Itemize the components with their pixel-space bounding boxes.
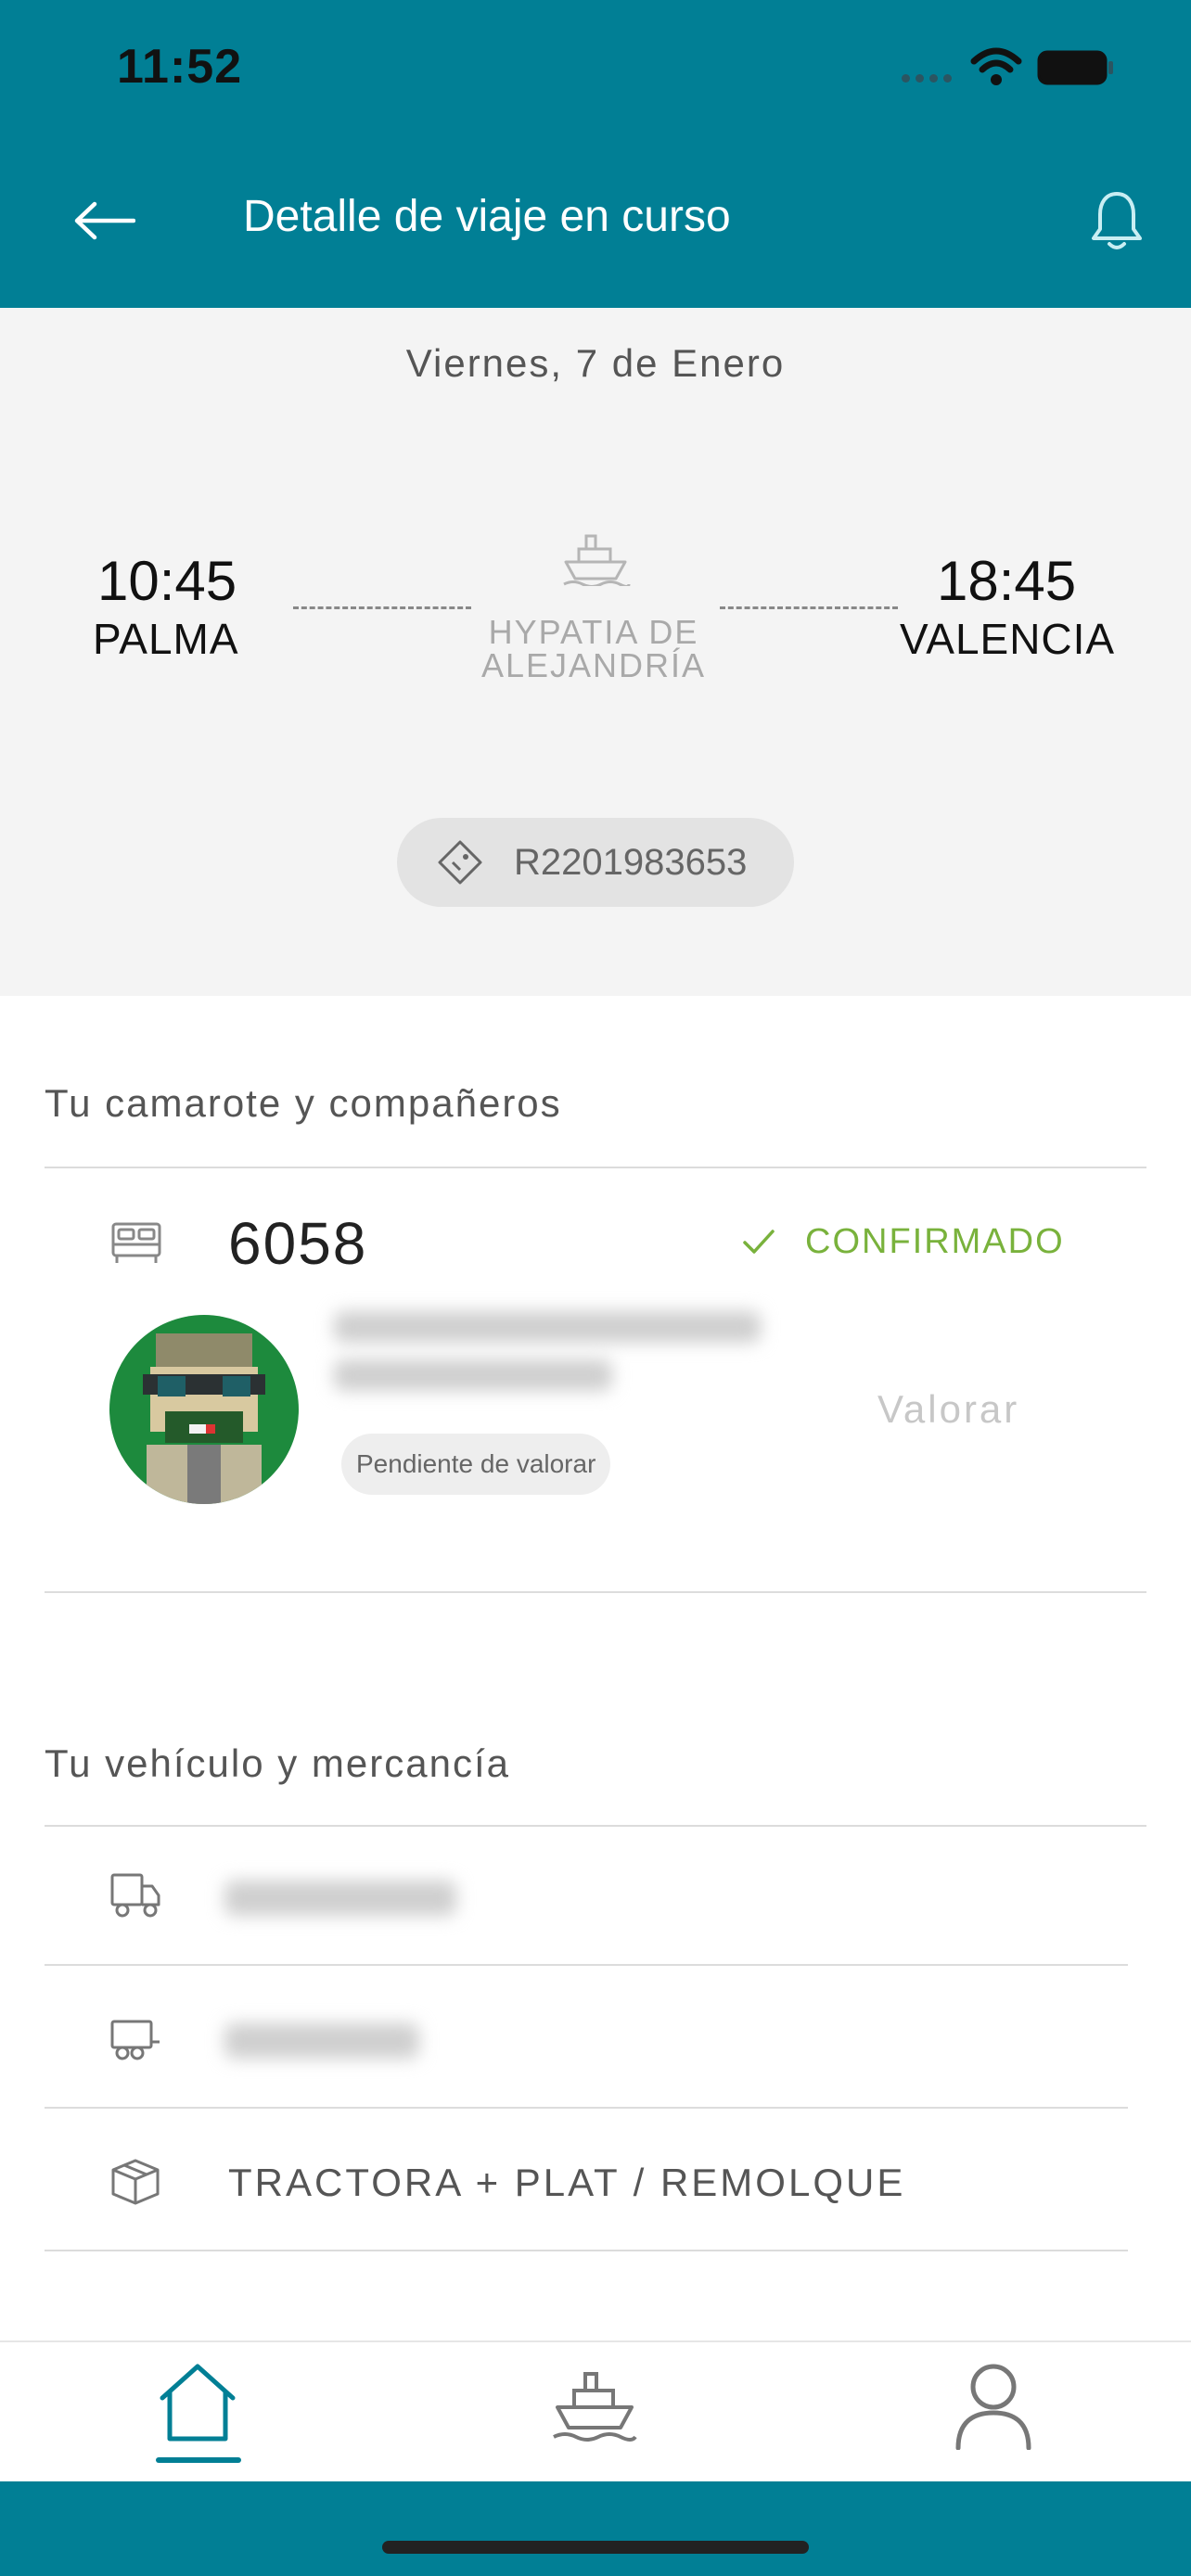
truck-plate-redacted [224,1881,456,1916]
pending-rating-badge: Pendiente de valorar [341,1434,611,1495]
rate-companion-button[interactable]: Valorar [877,1387,1019,1432]
cellular-signal-icon [902,74,952,83]
active-tab-indicator [156,2457,241,2463]
cabin-status: CONFIRMADO [805,1222,1065,1261]
companion-avatar[interactable] [109,1315,299,1504]
ship-icon [563,534,631,586]
vehicle-row-cargo[interactable]: TRACTORA + PLAT / REMOLQUE [45,2112,1128,2251]
trailer-plate-redacted [224,2023,419,2059]
cabin-number: 6058 [228,1210,368,1277]
booking-code: R2201983653 [514,841,748,883]
truck-icon [110,1873,160,1918]
companion-name-redacted [334,1311,761,1413]
tab-trips[interactable] [544,2361,646,2468]
vehicle-row-truck[interactable] [45,1827,1128,1966]
user-icon [955,2364,1031,2450]
tab-home[interactable] [147,2361,249,2468]
cargo-type: TRACTORA + PLAT / REMOLQUE [228,2161,906,2204]
bell-icon [1092,192,1142,249]
route-line-right [720,606,898,609]
pixel-avatar-image [109,1315,299,1504]
trailer-icon [110,2020,160,2060]
divider [45,1167,1146,1168]
battery-icon [1037,50,1113,85]
home-indicator[interactable] [382,2541,809,2554]
ship-name-line-1: HYPATIA DE [488,613,699,651]
package-icon [111,2159,160,2205]
trip-summary: Viernes, 7 de Enero 10:45 PALMA HYPATIA … [0,308,1191,996]
vehicle-section-title: Tu vehículo y mercancía [45,1741,510,1785]
trip-date: Viernes, 7 de Enero [405,341,786,385]
status-bar-time: 11:52 [117,40,243,94]
vehicle-row-trailer[interactable] [45,1970,1128,2109]
bed-icon [111,1222,161,1263]
notifications-button[interactable] [1082,182,1152,260]
ship-icon [553,2372,637,2442]
check-icon [743,1230,775,1254]
divider [45,1591,1146,1593]
route-line-left [293,606,471,609]
arrival-city: VALENCIA [900,615,1116,663]
back-button[interactable] [65,185,143,256]
ticket-icon [438,840,482,885]
departure-city: PALMA [93,615,239,663]
arrival-time: 18:45 [937,550,1077,612]
cabin-section-title: Tu camarote y compañeros [45,1081,562,1125]
app-header: 11:52 Detalle de viaje en curso [0,0,1191,308]
tab-profile[interactable] [942,2361,1044,2468]
booking-code-chip[interactable]: R2201983653 [397,818,794,907]
system-bottom-bar [0,2481,1191,2576]
wifi-icon [970,47,1022,85]
page-title: Detalle de viaje en curso [243,192,731,241]
home-icon [160,2364,236,2442]
ship-name-line-2: ALEJANDRÍA [480,646,707,684]
arrow-left-icon [74,201,135,240]
departure-time: 10:45 [97,550,237,612]
ship-name: HYPATIA DE ALEJANDRÍA [445,616,742,682]
